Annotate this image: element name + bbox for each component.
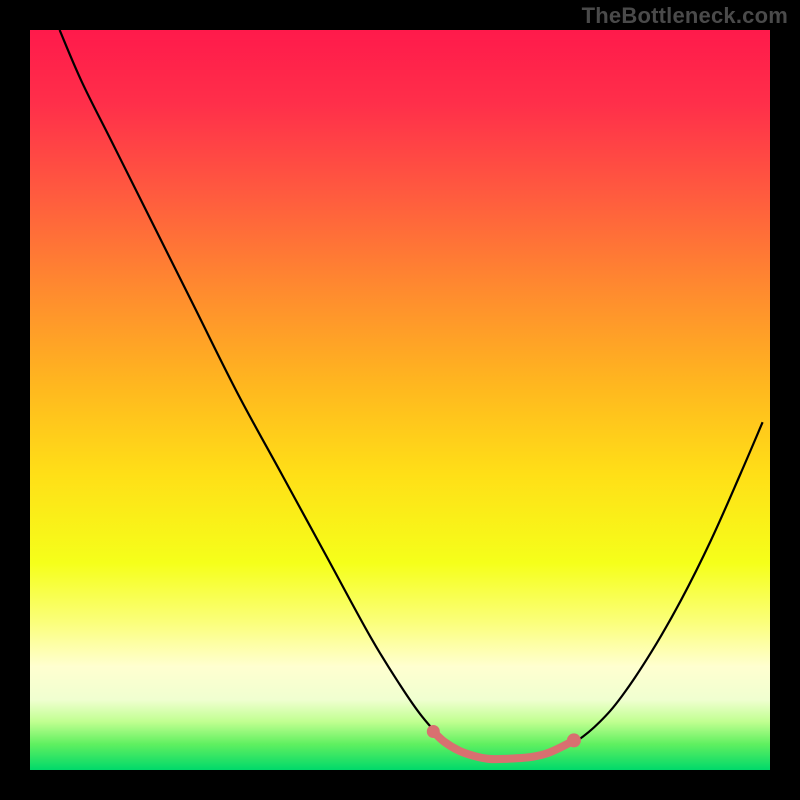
optimal-marker-right — [567, 733, 581, 747]
optimal-marker-left — [427, 725, 440, 738]
watermark-text: TheBottleneck.com — [582, 3, 788, 29]
chart-svg — [30, 30, 770, 770]
chart-plot-area — [30, 30, 770, 770]
